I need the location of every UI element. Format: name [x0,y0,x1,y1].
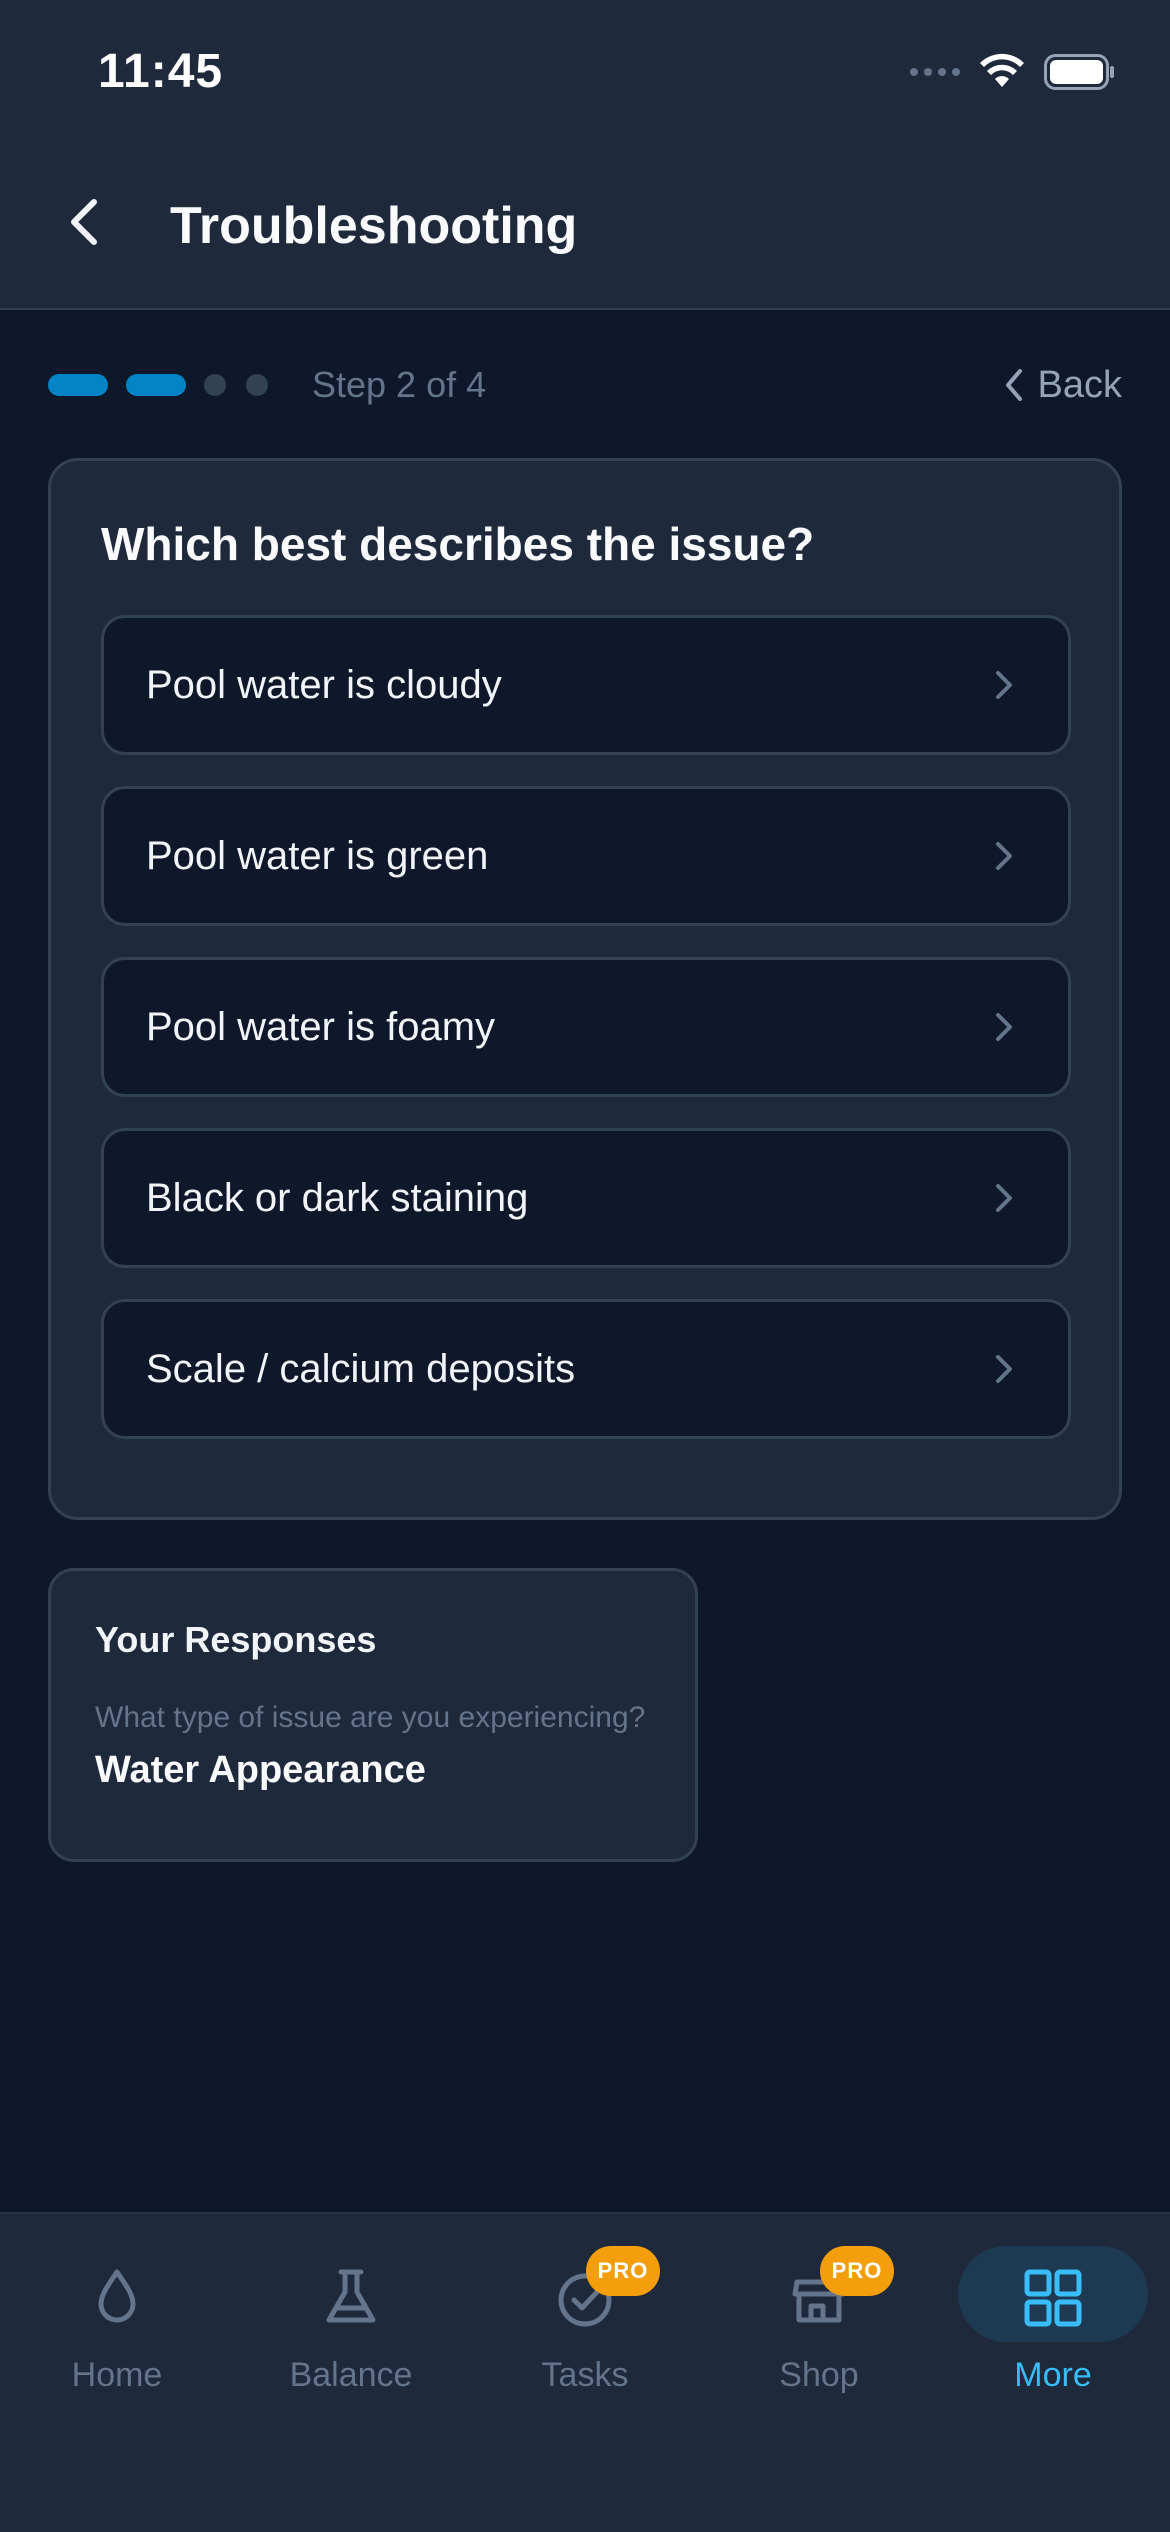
nav-label: More [1014,2356,1092,2394]
option-label: Pool water is foamy [146,1004,496,1049]
chevron-right-icon [996,1184,1012,1212]
nav-item-balance[interactable]: Balance [234,2214,468,2434]
progress-step-complete [48,374,108,396]
nav-label: Shop [779,2356,859,2394]
responses-title: Your Responses [95,1619,377,1660]
chevron-right-icon [996,671,1012,699]
option-scale[interactable]: Scale / calcium deposits [101,1299,1071,1439]
option-label: Black or dark staining [146,1175,529,1220]
progress-step-pending [204,374,226,396]
option-staining[interactable]: Black or dark staining [101,1128,1071,1268]
flask-icon [326,2269,376,2323]
back-button[interactable]: Back [1004,365,1122,405]
progress-step-pending [246,374,268,396]
option-green[interactable]: Pool water is green [101,786,1071,926]
pro-badge: PRO [820,2246,894,2296]
back-arrow-icon[interactable] [60,192,108,252]
drop-icon [98,2269,136,2323]
progress-step-current [126,374,186,396]
option-label: Pool water is cloudy [146,662,502,707]
nav-item-home[interactable]: Home [0,2214,234,2434]
chevron-right-icon [996,842,1012,870]
question-title: Which best describes the issue? [101,518,815,570]
chevron-left-icon [1005,369,1022,401]
step-counter: Step 2 of 4 [312,364,487,405]
step-progress: Step 2 of 4 Back [48,365,1122,405]
nav-item-shop[interactable]: PRO Shop [702,2214,936,2434]
wifi-icon [980,53,1024,87]
option-label: Pool water is green [146,833,489,878]
app-header: 11:45 Troubleshooting [0,0,1170,310]
responses-card: Your Responses What type of issue are yo… [48,1568,698,1862]
nav-label: Balance [289,2356,413,2394]
option-label: Scale / calcium deposits [146,1346,576,1391]
back-button-label: Back [1037,364,1122,406]
response-question: What type of issue are you experiencing? [95,1701,646,1734]
response-answer: Water Appearance [95,1749,426,1791]
question-card: Which best describes the issue? Pool wat… [48,458,1122,1520]
option-cloudy[interactable]: Pool water is cloudy [101,615,1071,755]
nav-label: Tasks [541,2356,629,2394]
bottom-nav: Home Balance PRO Tasks PRO Shop More [0,2212,1170,2532]
battery-icon [1044,54,1114,90]
nav-item-more[interactable]: More [936,2214,1170,2434]
nav-item-tasks[interactable]: PRO Tasks [468,2214,702,2434]
status-icons [910,52,1116,92]
cellular-signal-icon [910,68,960,76]
option-foamy[interactable]: Pool water is foamy [101,957,1071,1097]
chevron-right-icon [996,1013,1012,1041]
grid-icon [1024,2269,1082,2327]
nav-label: Home [71,2356,163,2394]
page-title: Troubleshooting [170,197,578,255]
status-time: 11:45 [98,45,224,98]
chevron-right-icon [996,1355,1012,1383]
pro-badge: PRO [586,2246,660,2296]
